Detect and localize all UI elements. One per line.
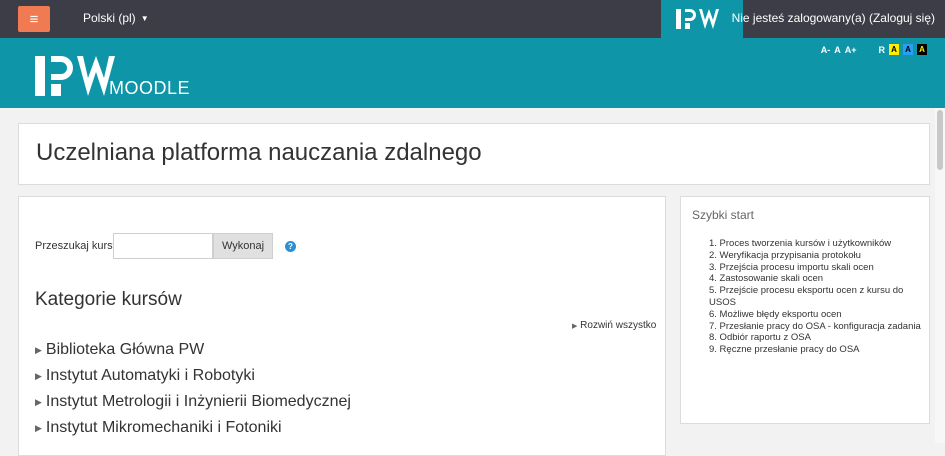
font-normal-button[interactable]: A <box>834 45 841 55</box>
quick-start-link[interactable]: 3. Przejścia procesu importu skali ocen <box>709 262 921 274</box>
language-selector[interactable]: Polski (pl) ▼ <box>83 11 149 25</box>
categories-heading: Kategorie kursów <box>35 289 182 310</box>
quick-start-link[interactable]: 4. Zastosowanie skali ocen <box>709 273 921 285</box>
pw-logo-icon <box>676 9 719 29</box>
help-icon[interactable]: ? <box>285 241 296 252</box>
page-title: Uczelniana platforma nauczania zdalnego <box>36 139 482 166</box>
font-larger-button[interactable]: A+ <box>845 45 857 55</box>
caret-right-icon: ▶ <box>35 371 42 381</box>
quick-start-link[interactable]: 6. Możliwe błędy eksportu ocen <box>709 309 921 321</box>
caret-right-icon: ▶ <box>572 323 578 330</box>
language-label: Polski (pl) <box>83 11 136 25</box>
accessibility-controls: A- A A+ R A A A <box>821 44 927 55</box>
search-submit-button[interactable]: Wykonaj <box>213 233 273 259</box>
quick-start-link[interactable]: 8. Odbiór raportu z OSA <box>709 332 921 344</box>
expand-all-link[interactable]: ▶ Rozwiń wszystko <box>572 320 656 331</box>
caret-right-icon: ▶ <box>35 423 42 433</box>
contrast-yellow-button[interactable]: A <box>889 44 899 55</box>
main-content: Przeszukaj kursy Wykonaj ? Kategorie kur… <box>18 196 666 456</box>
moodle-wordmark: MOODLE <box>109 78 191 98</box>
login-link[interactable]: Nie jesteś zalogowany(a) (Zaloguj się) <box>732 11 935 25</box>
category-item[interactable]: ▶ Biblioteka Główna PW <box>35 337 351 363</box>
quick-start-block: Szybki start 1. Proces tworzenia kursów … <box>680 196 930 424</box>
search-label: Przeszukaj kursy <box>35 240 119 252</box>
quick-start-link[interactable]: 7. Przesłanie pracy do OSA - konfiguracj… <box>709 321 921 333</box>
quick-start-link[interactable]: 1. Proces tworzenia kursów i użytkownikó… <box>709 238 921 250</box>
top-navbar: ≡ Polski (pl) ▼ Nie jesteś zalogowany(a)… <box>0 0 945 38</box>
font-smaller-button[interactable]: A- <box>821 45 831 55</box>
contrast-blue-button[interactable]: A <box>903 44 913 55</box>
caret-right-icon: ▶ <box>35 345 42 355</box>
scrollbar-thumb[interactable] <box>937 110 943 170</box>
page-scrollbar[interactable] <box>935 108 945 443</box>
brand-header: MOODLE A- A A+ R A A A <box>0 38 945 108</box>
quick-start-title: Szybki start <box>692 208 755 222</box>
page-header: Uczelniana platforma nauczania zdalnego <box>18 123 930 185</box>
category-list: ▶ Biblioteka Główna PW ▶ Instytut Automaty… <box>35 337 351 441</box>
category-item[interactable]: ▶ Instytut Automatyki i Robotyki <box>35 363 351 389</box>
category-item[interactable]: ▶ Instytut Mikromechaniki i Fotoniki <box>35 415 351 441</box>
category-item[interactable]: ▶ Instytut Metrologii i Inżynierii Biomed… <box>35 389 351 415</box>
contrast-reset-button[interactable]: R <box>879 45 886 55</box>
hamburger-menu-button[interactable]: ≡ <box>18 6 50 32</box>
hamburger-icon: ≡ <box>29 10 39 28</box>
quick-start-link[interactable]: 2. Weryfikacja przypisania protokołu <box>709 250 921 262</box>
quick-start-list: 1. Proces tworzenia kursów i użytkownikó… <box>709 238 921 356</box>
contrast-black-button[interactable]: A <box>917 44 927 55</box>
search-input[interactable] <box>113 233 213 259</box>
quick-start-link[interactable]: 5. Przejście procesu eksportu ocen z kur… <box>709 285 921 309</box>
expand-all-label: Rozwiń wszystko <box>580 320 657 331</box>
quick-start-link[interactable]: 9. Ręczne przesłanie pracy do OSA <box>709 344 921 356</box>
caret-right-icon: ▶ <box>35 397 42 407</box>
caret-down-icon: ▼ <box>140 13 149 23</box>
